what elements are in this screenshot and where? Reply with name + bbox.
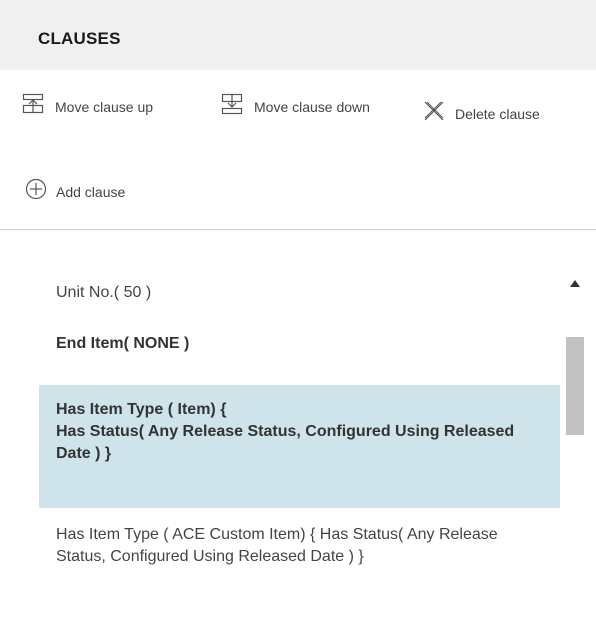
clause-item[interactable]: Unit No.( 50 )	[39, 275, 560, 311]
add-clause-button[interactable]: Add clause	[25, 178, 225, 205]
clause-toolbar: Move clause up Move clause down Delete c…	[0, 70, 596, 230]
caret-up-icon	[570, 274, 580, 292]
move-up-icon	[22, 93, 44, 120]
scroll-up-arrow[interactable]	[566, 275, 584, 291]
add-clause-label: Add clause	[56, 183, 126, 200]
clause-text: Has Item Type ( ACE Custom Item) { Has S…	[56, 526, 498, 565]
move-down-icon	[221, 93, 243, 120]
delete-icon	[423, 100, 445, 127]
clause-text-line: Has Item Type ( Item) {	[56, 401, 227, 418]
panel-header: CLAUSES	[0, 0, 596, 70]
clause-item-selected[interactable]: Has Item Type ( Item) { Has Status( Any …	[39, 385, 560, 508]
clause-item[interactable]: Has Item Type ( ACE Custom Item) { Has S…	[39, 524, 560, 624]
add-circle-icon	[25, 178, 47, 205]
move-clause-down-label: Move clause down	[254, 98, 370, 115]
move-clause-up-label: Move clause up	[55, 98, 154, 115]
clause-item[interactable]: End Item( NONE )	[39, 326, 560, 362]
delete-clause-button[interactable]: Delete clause	[423, 100, 593, 127]
clause-text: Unit No.( 50 )	[56, 284, 152, 301]
panel-title: CLAUSES	[38, 29, 121, 48]
move-clause-down-button[interactable]: Move clause down	[221, 93, 401, 120]
scrollbar-thumb[interactable]	[566, 337, 584, 435]
move-clause-up-button[interactable]: Move clause up	[22, 93, 212, 120]
clause-list: Unit No.( 50 ) End Item( NONE ) Has Item…	[0, 231, 596, 624]
delete-clause-label: Delete clause	[455, 105, 540, 122]
clause-text: End Item( NONE )	[56, 335, 190, 352]
clauses-panel: CLAUSES Move clause up Move clause down …	[0, 0, 596, 624]
clause-text-line: Has Status( Any Release Status, Configur…	[56, 423, 515, 462]
